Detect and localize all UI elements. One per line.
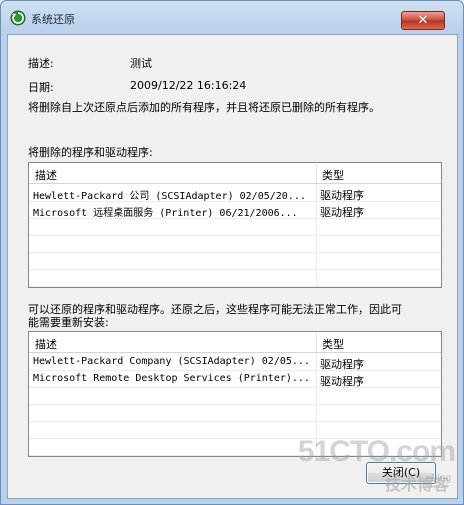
delete-list[interactable]: 描述 类型 Hewlett-Packard 公司 (SCSIAdapter) 0…	[28, 162, 442, 288]
delete-list-heading: 将删除的程序和驱动程序:	[28, 146, 153, 159]
row-type: 驱动程序	[320, 375, 364, 388]
empty-row	[29, 389, 441, 405]
row-description: Hewlett-Packard 公司 (SCSIAdapter) 02/05/2…	[33, 191, 306, 202]
window-close-button[interactable]: ✕	[401, 11, 445, 30]
table-row[interactable]: Microsoft Remote Desktop Services (Print…	[29, 372, 441, 388]
row-description: Microsoft Remote Desktop Services (Print…	[33, 373, 310, 384]
column-divider[interactable]	[316, 333, 317, 352]
table-row[interactable]: Microsoft 远程桌面服务 (Printer) 06/21/2006...…	[29, 203, 441, 219]
system-restore-window: 系统还原 ✕ 描述: 测试 日期: 2009/12/22 16:16:24 将删…	[0, 0, 464, 505]
table-row[interactable]: Hewlett-Packard 公司 (SCSIAdapter) 02/05/2…	[29, 186, 441, 202]
row-description: Hewlett-Packard Company (SCSIAdapter) 02…	[33, 356, 310, 367]
date-label: 日期:	[28, 81, 54, 94]
description-value: 测试	[130, 57, 152, 70]
delete-list-header: 描述 类型	[29, 163, 441, 184]
row-description: Microsoft 远程桌面服务 (Printer) 06/21/2006...	[33, 208, 298, 219]
row-type: 驱动程序	[320, 358, 364, 371]
empty-row	[29, 220, 441, 236]
restore-summary: 将删除自上次还原点后添加的所有程序，并且将还原已删除的所有程序。	[28, 101, 380, 114]
date-value: 2009/12/22 16:16:24	[130, 79, 247, 92]
delete-col-description[interactable]: 描述	[35, 167, 57, 183]
row-type: 驱动程序	[320, 189, 364, 202]
row-type: 驱动程序	[320, 206, 364, 219]
window-title: 系统还原	[31, 13, 75, 26]
title-bar[interactable]: 系统还原 ✕	[1, 1, 463, 31]
watermark-site: 51CTO.com	[297, 435, 456, 468]
restore-list-header: 描述 类型	[29, 332, 441, 353]
description-label: 描述:	[28, 57, 54, 70]
restore-col-type[interactable]: 类型	[322, 336, 344, 352]
empty-row	[29, 271, 441, 287]
delete-col-type[interactable]: 类型	[322, 167, 344, 183]
empty-row	[29, 406, 441, 422]
empty-row	[29, 254, 441, 270]
column-divider[interactable]	[316, 164, 317, 183]
restore-col-description[interactable]: 描述	[35, 336, 57, 352]
restore-list-heading-line2: 能需要重新安装:	[28, 316, 109, 329]
dialog-body: 描述: 测试 日期: 2009/12/22 16:16:24 将删除自上次还原点…	[7, 34, 458, 499]
watermark-blog: Blog	[430, 473, 451, 484]
system-restore-icon	[10, 10, 26, 26]
empty-row	[29, 237, 441, 253]
table-row[interactable]: Hewlett-Packard Company (SCSIAdapter) 02…	[29, 355, 441, 371]
